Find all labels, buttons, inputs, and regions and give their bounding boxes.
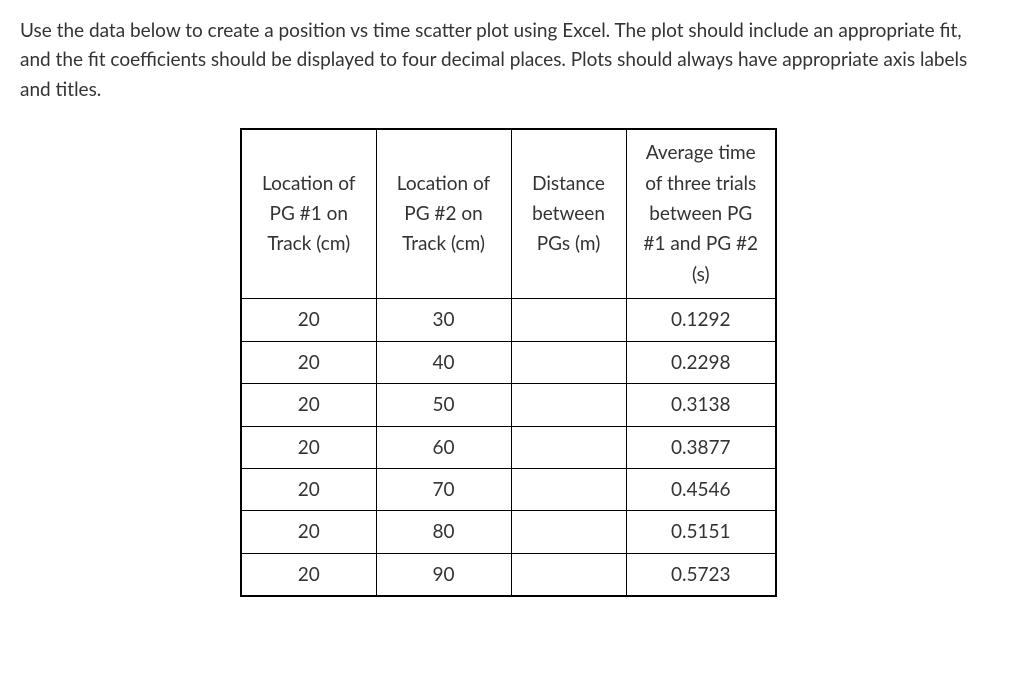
header-avg-time: Average time of three trials between PG …	[626, 129, 776, 298]
table-row: 2080 0.5151	[241, 511, 776, 553]
table-cell-c	[511, 426, 626, 468]
table-cell-a: 20	[241, 384, 376, 426]
table-cell-c	[511, 553, 626, 596]
table-cell-a: 20	[241, 553, 376, 596]
table-row: 2030 0.1292	[241, 299, 776, 341]
table-body: 20300.129220400.229820500.313820600.3877…	[241, 299, 776, 597]
table-cell-c	[511, 511, 626, 553]
table-cell-b: 60	[376, 426, 511, 468]
table-cell-a: 20	[241, 341, 376, 383]
table-cell-a: 20	[241, 511, 376, 553]
table-cell-c	[511, 341, 626, 383]
table-row: 2040 0.2298	[241, 341, 776, 383]
table-cell-a: 20	[241, 426, 376, 468]
table-cell-b: 40	[376, 341, 511, 383]
question-instructions: Use the data below to create a position …	[20, 16, 997, 104]
table-cell-d: 0.4546	[626, 469, 776, 511]
table-cell-d: 0.1292	[626, 299, 776, 341]
table-cell-b: 30	[376, 299, 511, 341]
table-row: 2060 0.3877	[241, 426, 776, 468]
table-cell-d: 0.5151	[626, 511, 776, 553]
data-table-wrapper: Location of PG #1 on Track (cm) Location…	[20, 128, 997, 597]
table-header-row: Location of PG #1 on Track (cm) Location…	[241, 129, 776, 298]
table-cell-a: 20	[241, 299, 376, 341]
table-cell-d: 0.2298	[626, 341, 776, 383]
table-cell-d: 0.5723	[626, 553, 776, 596]
table-cell-a: 20	[241, 469, 376, 511]
table-cell-b: 50	[376, 384, 511, 426]
table-row: 2050 0.3138	[241, 384, 776, 426]
table-cell-d: 0.3877	[626, 426, 776, 468]
table-cell-c	[511, 299, 626, 341]
table-cell-d: 0.3138	[626, 384, 776, 426]
header-pg1-location: Location of PG #1 on Track (cm)	[241, 129, 376, 298]
table-cell-b: 90	[376, 553, 511, 596]
header-pg2-location: Location of PG #2 on Track (cm)	[376, 129, 511, 298]
header-distance: Distance between PGs (m)	[511, 129, 626, 298]
data-table: Location of PG #1 on Track (cm) Location…	[240, 128, 777, 597]
table-cell-c	[511, 384, 626, 426]
table-cell-b: 80	[376, 511, 511, 553]
table-row: 2070 0.4546	[241, 469, 776, 511]
table-cell-c	[511, 469, 626, 511]
table-row: 2090 0.5723	[241, 553, 776, 596]
table-cell-b: 70	[376, 469, 511, 511]
